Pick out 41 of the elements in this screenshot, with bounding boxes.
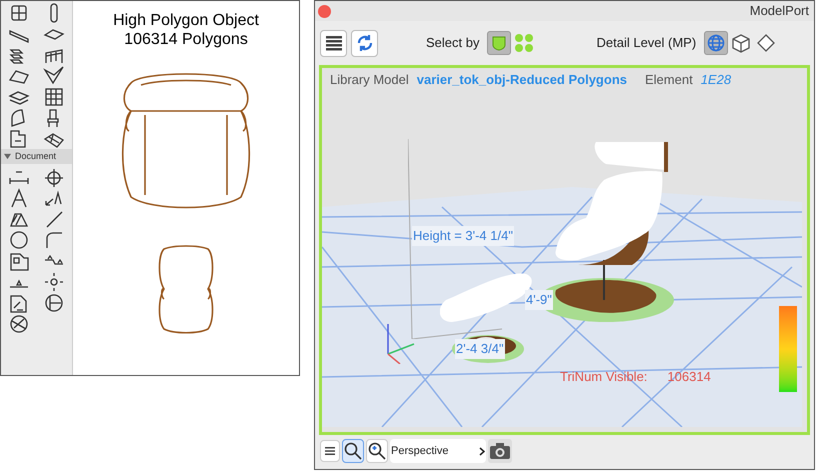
disclosure-triangle-icon [4,153,11,160]
magnifier-icon [344,442,362,460]
refresh-icon [356,34,374,52]
chevron-right-icon [479,446,485,456]
menu-icon [325,446,335,456]
triangle-count-value: 106314 [667,368,711,386]
toggle-button[interactable] [704,31,728,55]
triangle-count-label: TriNum Visible: [560,368,648,386]
drawing-title: 106314 Polygons [124,30,248,49]
diamond-icon [757,34,776,52]
circles-cluster-icon [514,33,534,53]
element-label: Element [645,71,693,90]
list-menu-button[interactable] [320,30,347,56]
zoom-tool-button[interactable] [342,439,364,463]
view-mode-dropdown[interactable]: Perspective [390,439,486,463]
detail-level-label: Detail Level (MP) [596,34,696,52]
globe-icon [707,34,726,52]
height-dimension-label: Height = 3'-4 1/4" [412,226,514,246]
library-model-name: varier_tok_obj-Reduced Polygons [416,71,627,90]
library-model-label: Library Model [330,71,409,90]
depth-dimension-label: 2'-4 3/4" [455,339,505,358]
palette-section-header[interactable]: Document [1,149,72,164]
camera-button[interactable] [488,439,512,463]
window-title: ModelPort [750,2,810,20]
drawing-title: High Polygon Object [113,11,259,30]
camera-icon [489,442,511,460]
width-dimension-label: 4'-9" [525,290,553,310]
circle-icon[interactable] [8,228,30,250]
refresh-button[interactable] [351,30,378,56]
select-by-label: Select by [426,34,480,52]
menu-button[interactable] [320,440,340,462]
section-icon[interactable] [42,292,64,314]
zoom-in-icon [368,442,386,460]
toggle-button[interactable] [487,31,512,55]
zoom-tool-button[interactable] [366,439,388,463]
element-id: 1E28 [700,71,732,90]
curtain-wall-icon[interactable] [42,86,64,108]
cube-icon [731,33,752,53]
list-icon [326,35,342,51]
shield-icon [491,35,508,51]
close-icon[interactable] [318,4,331,18]
